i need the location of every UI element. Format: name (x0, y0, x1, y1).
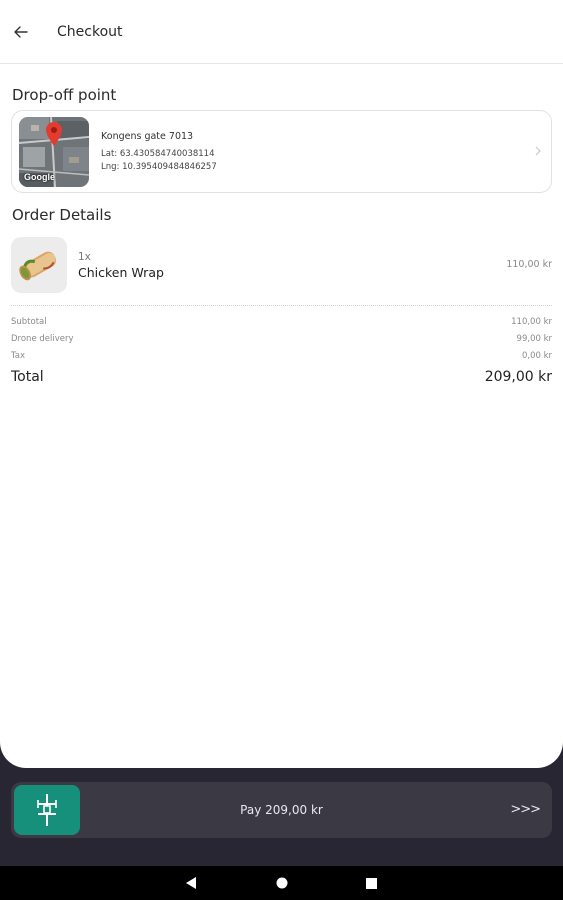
nav-back-icon[interactable] (177, 868, 207, 898)
order-section-title: Order Details (12, 206, 112, 224)
divider (11, 305, 552, 306)
item-name: Chicken Wrap (78, 265, 164, 280)
arrow-left-icon[interactable] (12, 23, 30, 41)
summary-value: 0,00 kr (521, 351, 552, 361)
summary-label: Tax (11, 351, 26, 361)
item-image (11, 237, 67, 293)
item-price: 110,00 kr (506, 259, 552, 270)
pay-slider[interactable]: Pay 209,00 kr >>> (11, 782, 552, 838)
location-details: Kongens gate 7013 Lat: 63.4305847400381​… (101, 130, 217, 174)
chevron-right-icon (535, 145, 541, 159)
summary-row-subtotal: Subtotal 110,00 kr (11, 317, 552, 327)
summary-value: 99,00 kr (516, 334, 552, 344)
summary-label: Subtotal (11, 317, 47, 327)
order-item[interactable]: 1x Chicken Wrap 110,00 kr (11, 237, 552, 293)
pay-label: Pay 209,00 kr (240, 803, 323, 817)
dropoff-address: Kongens gate 7013 (101, 130, 194, 142)
nav-home-icon[interactable] (267, 868, 297, 898)
summary-row-tax: Tax 0,00 kr (11, 351, 552, 361)
app-header: Checkout (0, 0, 563, 64)
summary-row-delivery: Drone delivery 99,00 kr (11, 334, 552, 344)
nav-recents-icon[interactable] (357, 868, 387, 898)
total-value: 209,00 kr (484, 369, 552, 385)
item-quantity: 1x (78, 251, 91, 263)
pay-arrows-icon: >>> (510, 802, 541, 817)
dropoff-latitude: Lat: 63.4305847400381​14 (101, 148, 215, 159)
map-thumbnail: Google (19, 116, 89, 187)
dropoff-section-title: Drop-off point (12, 86, 117, 104)
map-watermark: Google (24, 171, 55, 182)
dropoff-longitude: Lng: 10.395409484846257 (101, 161, 217, 172)
checkout-sheet: Checkout Drop-off point Google Kongens g… (0, 0, 563, 768)
summary-label: Drone delivery (11, 334, 74, 344)
total-label: Total (11, 369, 44, 385)
dropoff-location-card[interactable]: Google Kongens gate 7013 Lat: 63.4305847… (11, 110, 552, 193)
summary-value: 110,00 kr (511, 317, 552, 327)
page-title: Checkout (57, 23, 123, 40)
map-pin-icon (46, 121, 62, 146)
total-row: Total 209,00 kr (11, 369, 552, 385)
system-nav-bar (0, 866, 563, 900)
